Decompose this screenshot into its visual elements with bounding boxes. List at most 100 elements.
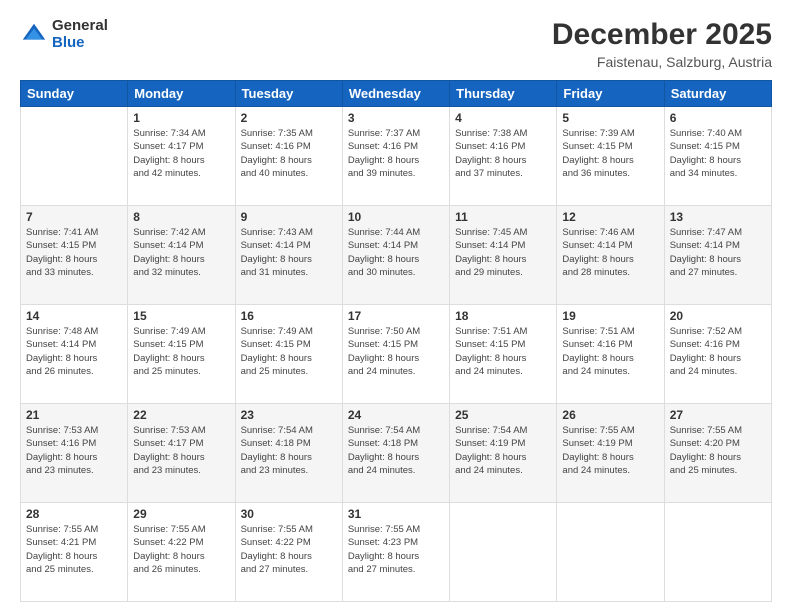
calendar-week-row: 1 Sunrise: 7:34 AMSunset: 4:17 PMDaylight… [21, 107, 772, 206]
day-number: 9 [241, 210, 337, 224]
page: General Blue December 2025 Faistenau, Sa… [0, 0, 792, 612]
calendar-cell [664, 503, 771, 602]
day-number: 24 [348, 408, 444, 422]
calendar-cell: 15 Sunrise: 7:49 AMSunset: 4:15 PMDayligh… [128, 305, 235, 404]
day-info: Sunrise: 7:49 AMSunset: 4:15 PMDaylight:… [133, 325, 229, 378]
day-of-week-header: Friday [557, 81, 664, 107]
day-info: Sunrise: 7:51 AMSunset: 4:15 PMDaylight:… [455, 325, 551, 378]
day-info: Sunrise: 7:43 AMSunset: 4:14 PMDaylight:… [241, 226, 337, 279]
day-number: 30 [241, 507, 337, 521]
day-of-week-header: Wednesday [342, 81, 449, 107]
day-number: 21 [26, 408, 122, 422]
day-info: Sunrise: 7:54 AMSunset: 4:18 PMDaylight:… [241, 424, 337, 477]
day-info: Sunrise: 7:55 AMSunset: 4:20 PMDaylight:… [670, 424, 766, 477]
day-number: 17 [348, 309, 444, 323]
day-info: Sunrise: 7:55 AMSunset: 4:19 PMDaylight:… [562, 424, 658, 477]
day-info: Sunrise: 7:46 AMSunset: 4:14 PMDaylight:… [562, 226, 658, 279]
day-number: 19 [562, 309, 658, 323]
day-number: 18 [455, 309, 551, 323]
day-info: Sunrise: 7:55 AMSunset: 4:22 PMDaylight:… [133, 523, 229, 576]
day-info: Sunrise: 7:51 AMSunset: 4:16 PMDaylight:… [562, 325, 658, 378]
calendar-cell [21, 107, 128, 206]
calendar-cell [557, 503, 664, 602]
day-number: 6 [670, 111, 766, 125]
day-info: Sunrise: 7:35 AMSunset: 4:16 PMDaylight:… [241, 127, 337, 180]
day-info: Sunrise: 7:52 AMSunset: 4:16 PMDaylight:… [670, 325, 766, 378]
day-info: Sunrise: 7:39 AMSunset: 4:15 PMDaylight:… [562, 127, 658, 180]
calendar-cell: 27 Sunrise: 7:55 AMSunset: 4:20 PMDayligh… [664, 404, 771, 503]
day-of-week-header: Monday [128, 81, 235, 107]
day-number: 25 [455, 408, 551, 422]
day-of-week-header: Saturday [664, 81, 771, 107]
calendar-week-row: 28 Sunrise: 7:55 AMSunset: 4:21 PMDayligh… [21, 503, 772, 602]
calendar-cell: 1 Sunrise: 7:34 AMSunset: 4:17 PMDaylight… [128, 107, 235, 206]
day-number: 27 [670, 408, 766, 422]
calendar-cell: 6 Sunrise: 7:40 AMSunset: 4:15 PMDaylight… [664, 107, 771, 206]
day-number: 28 [26, 507, 122, 521]
calendar-cell: 8 Sunrise: 7:42 AMSunset: 4:14 PMDaylight… [128, 206, 235, 305]
day-info: Sunrise: 7:55 AMSunset: 4:21 PMDaylight:… [26, 523, 122, 576]
calendar-cell: 25Sunrise: 7:54 AMSunset: 4:19 PMDayligh… [450, 404, 557, 503]
day-info: Sunrise: 7:34 AMSunset: 4:17 PMDaylight:… [133, 127, 229, 180]
calendar-table: SundayMondayTuesdayWednesdayThursdayFrid… [20, 80, 772, 602]
day-info: Sunrise: 7:41 AMSunset: 4:15 PMDaylight:… [26, 226, 122, 279]
day-info: Sunrise: 7:38 AMSunset: 4:16 PMDaylight:… [455, 127, 551, 180]
location: Faistenau, Salzburg, Austria [552, 54, 772, 70]
calendar-cell: 3 Sunrise: 7:37 AMSunset: 4:16 PMDaylight… [342, 107, 449, 206]
logo-icon [20, 21, 48, 49]
calendar-cell: 23 Sunrise: 7:54 AMSunset: 4:18 PMDayligh… [235, 404, 342, 503]
calendar-cell: 5 Sunrise: 7:39 AMSunset: 4:15 PMDaylight… [557, 107, 664, 206]
calendar-cell: 7 Sunrise: 7:41 AMSunset: 4:15 PMDaylight… [21, 206, 128, 305]
day-number: 1 [133, 111, 229, 125]
calendar-cell: 2Sunrise: 7:35 AMSunset: 4:16 PMDaylight… [235, 107, 342, 206]
logo-text: General Blue [52, 18, 108, 51]
day-info: Sunrise: 7:40 AMSunset: 4:15 PMDaylight:… [670, 127, 766, 180]
calendar-cell: 4 Sunrise: 7:38 AMSunset: 4:16 PMDaylight… [450, 107, 557, 206]
day-info: Sunrise: 7:44 AMSunset: 4:14 PMDaylight:… [348, 226, 444, 279]
day-info: Sunrise: 7:45 AMSunset: 4:14 PMDaylight:… [455, 226, 551, 279]
logo-general: General [52, 18, 108, 35]
day-info: Sunrise: 7:55 AMSunset: 4:22 PMDaylight:… [241, 523, 337, 576]
day-number: 26 [562, 408, 658, 422]
calendar-cell: 11 Sunrise: 7:45 AMSunset: 4:14 PMDayligh… [450, 206, 557, 305]
logo: General Blue [20, 18, 108, 51]
day-number: 23 [241, 408, 337, 422]
calendar-cell: 29 Sunrise: 7:55 AMSunset: 4:22 PMDayligh… [128, 503, 235, 602]
calendar-header-row: SundayMondayTuesdayWednesdayThursdayFrid… [21, 81, 772, 107]
calendar-cell: 19 Sunrise: 7:51 AMSunset: 4:16 PMDayligh… [557, 305, 664, 404]
calendar-cell: 9 Sunrise: 7:43 AMSunset: 4:14 PMDaylight… [235, 206, 342, 305]
calendar-cell: 22Sunrise: 7:53 AMSunset: 4:17 PMDayligh… [128, 404, 235, 503]
calendar-cell: 20Sunrise: 7:52 AMSunset: 4:16 PMDayligh… [664, 305, 771, 404]
day-number: 14 [26, 309, 122, 323]
calendar-cell: 14 Sunrise: 7:48 AMSunset: 4:14 PMDayligh… [21, 305, 128, 404]
logo-blue: Blue [52, 35, 108, 52]
day-info: Sunrise: 7:42 AMSunset: 4:14 PMDaylight:… [133, 226, 229, 279]
day-number: 11 [455, 210, 551, 224]
day-number: 15 [133, 309, 229, 323]
day-number: 31 [348, 507, 444, 521]
day-number: 3 [348, 111, 444, 125]
calendar-cell: 30 Sunrise: 7:55 AMSunset: 4:22 PMDayligh… [235, 503, 342, 602]
day-info: Sunrise: 7:53 AMSunset: 4:16 PMDaylight:… [26, 424, 122, 477]
calendar-week-row: 7 Sunrise: 7:41 AMSunset: 4:15 PMDaylight… [21, 206, 772, 305]
day-of-week-header: Tuesday [235, 81, 342, 107]
day-number: 5 [562, 111, 658, 125]
day-number: 8 [133, 210, 229, 224]
calendar-week-row: 14 Sunrise: 7:48 AMSunset: 4:14 PMDayligh… [21, 305, 772, 404]
day-of-week-header: Thursday [450, 81, 557, 107]
calendar-cell: 13Sunrise: 7:47 AMSunset: 4:14 PMDayligh… [664, 206, 771, 305]
day-info: Sunrise: 7:37 AMSunset: 4:16 PMDaylight:… [348, 127, 444, 180]
calendar-cell: 31Sunrise: 7:55 AMSunset: 4:23 PMDayligh… [342, 503, 449, 602]
calendar-cell [450, 503, 557, 602]
day-number: 12 [562, 210, 658, 224]
day-info: Sunrise: 7:48 AMSunset: 4:14 PMDaylight:… [26, 325, 122, 378]
calendar-cell: 26 Sunrise: 7:55 AMSunset: 4:19 PMDayligh… [557, 404, 664, 503]
header: General Blue December 2025 Faistenau, Sa… [20, 18, 772, 70]
day-info: Sunrise: 7:54 AMSunset: 4:18 PMDaylight:… [348, 424, 444, 477]
day-number: 4 [455, 111, 551, 125]
day-number: 16 [241, 309, 337, 323]
day-number: 7 [26, 210, 122, 224]
day-number: 29 [133, 507, 229, 521]
day-number: 22 [133, 408, 229, 422]
day-number: 13 [670, 210, 766, 224]
